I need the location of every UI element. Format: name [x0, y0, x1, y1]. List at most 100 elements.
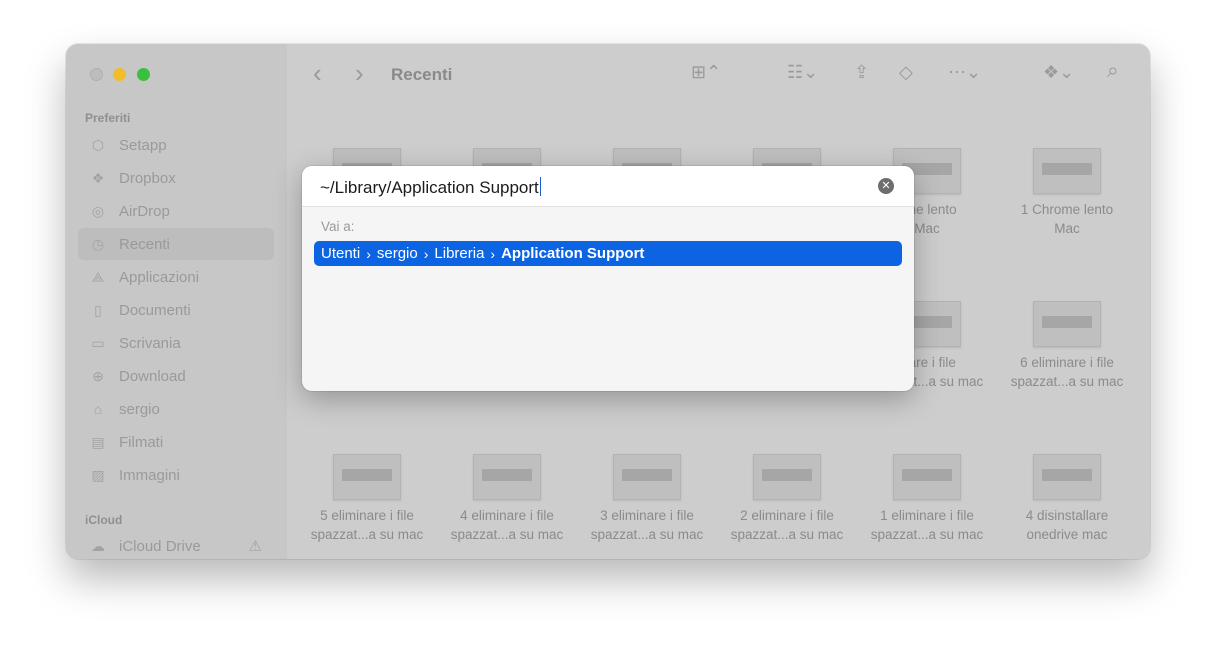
clock-icon: ◷: [91, 235, 105, 252]
download-icon: ⊕: [92, 367, 104, 384]
applications-icon: ⟁: [91, 268, 105, 285]
pictures-icon: ▨: [91, 466, 105, 483]
desktop-icon: ▭: [91, 334, 105, 351]
sidebar-item-dropbox[interactable]: ❖ Dropbox: [78, 162, 274, 194]
sidebar-item-recenti[interactable]: ◷ Recenti: [78, 228, 274, 260]
file-thumbnail: [473, 454, 541, 500]
file-name-line: spazzat...a su mac: [870, 527, 984, 542]
path-part: sergio: [376, 245, 418, 262]
dropbox-icon[interactable]: ❖⌄: [1043, 62, 1074, 83]
file-name-line: spazzat...a su mac: [310, 527, 424, 542]
sidebar-item-applicazioni[interactable]: ⟁ Applicazioni: [78, 261, 274, 293]
file-item[interactable]: 1 eliminare i file spazzat...a su mac: [857, 454, 997, 544]
dropbox-icon: ❖: [91, 169, 105, 186]
file-thumbnail: [1033, 454, 1101, 500]
file-name-line: 4 disinstallare: [1025, 508, 1109, 523]
file-name-line: spazzat...a su mac: [450, 527, 564, 542]
warning-icon: ⚠: [248, 538, 262, 555]
clear-input-button[interactable]: ✕: [878, 178, 894, 194]
sidebar-item-filmati[interactable]: ▤ Filmati: [78, 426, 274, 458]
cloud-icon: ☁: [91, 537, 105, 554]
file-name-line: onedrive mac: [1026, 527, 1108, 542]
path-input-value[interactable]: ~/Library/Application Support: [320, 177, 542, 198]
sidebar-section-favorites: Preferiti: [85, 111, 131, 125]
file-name-line: spazzat...a su mac: [1010, 374, 1124, 389]
file-item[interactable]: 2 eliminare i file spazzat...a su mac: [717, 454, 857, 544]
path-part: Libreria: [434, 245, 485, 262]
file-name-line: 1 eliminare i file: [880, 508, 974, 523]
file-item[interactable]: 6 eliminare i file spazzat...a su mac: [997, 301, 1137, 391]
file-name-line: spazzat...a su mac: [730, 527, 844, 542]
file-thumbnail: [333, 454, 401, 500]
sidebar-item-sergio[interactable]: ⌂ sergio: [78, 393, 274, 425]
file-item[interactable]: 5 eliminare i file spazzat...a su mac: [297, 454, 437, 544]
sidebar-item-label: Filmati: [119, 433, 164, 451]
chevron-right-icon: ›: [366, 245, 371, 262]
setapp-icon: ⬡: [91, 136, 105, 153]
path-suggestion[interactable]: Utenti › sergio › Libreria › Application…: [314, 241, 902, 266]
file-name-line: 6 eliminare i file: [1020, 355, 1114, 370]
path-part-current: Application Support: [501, 245, 645, 262]
file-name-line: 5 eliminare i file: [320, 508, 414, 523]
text-caret: [539, 177, 542, 196]
airdrop-icon: ◎: [91, 202, 105, 219]
sidebar-item-label: Setapp: [119, 136, 167, 154]
sidebar-item-documenti[interactable]: ▯ Documenti: [78, 294, 274, 326]
file-item[interactable]: 3 eliminare i file spazzat...a su mac: [577, 454, 717, 544]
movies-icon: ▤: [91, 433, 105, 450]
sidebar-item-label: AirDrop: [119, 202, 170, 220]
sidebar-item-label: Immagini: [119, 466, 180, 484]
file-name-line: 4 eliminare i file: [460, 508, 554, 523]
zoom-window-button[interactable]: [137, 68, 150, 81]
tag-icon[interactable]: ◇: [899, 62, 913, 83]
sidebar-item-label: Applicazioni: [119, 268, 200, 286]
sidebar-item-icloud-drive[interactable]: ☁ iCloud Drive ⚠: [78, 530, 274, 559]
sidebar-item-label: Scrivania: [119, 334, 181, 352]
sidebar-item-label: Recenti: [119, 235, 170, 253]
search-icon[interactable]: ⌕: [1107, 59, 1119, 83]
file-name-line: 2 eliminare i file: [740, 508, 834, 523]
file-thumbnail: [1033, 301, 1101, 347]
share-icon[interactable]: ⇪: [854, 62, 869, 83]
chevron-right-icon: ›: [490, 245, 496, 262]
sidebar-item-scrivania[interactable]: ▭ Scrivania: [78, 327, 274, 359]
file-item[interactable]: 1 Chrome lento Mac: [997, 148, 1137, 238]
sidebar-item-label: Download: [119, 367, 186, 385]
file-name-line: Mac: [1054, 221, 1080, 236]
sidebar-item-label: Dropbox: [119, 169, 176, 187]
path-input[interactable]: ~/Library/Application Support ✕: [302, 166, 914, 207]
goto-folder-dialog: ~/Library/Application Support ✕ Vai a: U…: [302, 166, 914, 391]
window-title: Recenti: [391, 65, 453, 84]
sidebar-item-label: Documenti: [119, 301, 191, 319]
sidebar-item-setapp[interactable]: ⬡ Setapp: [78, 129, 274, 161]
file-name-line: 3 eliminare i file: [600, 508, 694, 523]
close-window-button[interactable]: [90, 68, 103, 81]
sidebar-item-download[interactable]: ⊕ Download: [78, 360, 274, 392]
file-name: 1 eliminare i file spazzat...a su mac: [857, 506, 997, 544]
file-name: 6 eliminare i file spazzat...a su mac: [997, 353, 1137, 391]
group-icon[interactable]: ☷⌄: [787, 62, 818, 83]
more-actions-icon[interactable]: ⋯⌄: [948, 62, 981, 83]
sidebar-item-label: sergio: [119, 400, 160, 418]
sidebar-section-icloud: iCloud: [85, 513, 123, 527]
minimize-window-button[interactable]: [113, 68, 126, 81]
file-thumbnail: [613, 454, 681, 500]
sidebar-item-airdrop[interactable]: ◎ AirDrop: [78, 195, 274, 227]
sidebar: Preferiti ⬡ Setapp ❖ Dropbox ◎ AirDrop ◷ Recent…: [66, 44, 287, 559]
file-name: 3 eliminare i file spazzat...a su mac: [577, 506, 717, 544]
sidebar-item-label: iCloud Drive: [119, 537, 201, 555]
file-item[interactable]: 4 disinstallare onedrive mac: [997, 454, 1137, 544]
sidebar-item-immagini[interactable]: ▨ Immagini: [78, 459, 274, 491]
document-icon: ▯: [94, 301, 102, 318]
view-mode-icon[interactable]: ⊞⌃: [691, 62, 721, 83]
path-part: Utenti: [321, 245, 361, 262]
file-thumbnail: [1033, 148, 1101, 194]
home-icon: ⌂: [93, 401, 103, 417]
file-thumbnail: [753, 454, 821, 500]
forward-button[interactable]: ›: [355, 58, 364, 89]
back-button[interactable]: ‹: [313, 58, 322, 89]
file-item[interactable]: 4 eliminare i file spazzat...a su mac: [437, 454, 577, 544]
toolbar: ‹ › Recenti ⊞⌃ ☷⌄ ⇪ ◇ ⋯⌄ ❖⌄ ⌕: [287, 44, 1150, 106]
goto-label: Vai a:: [321, 219, 355, 234]
file-name: 5 eliminare i file spazzat...a su mac: [297, 506, 437, 544]
